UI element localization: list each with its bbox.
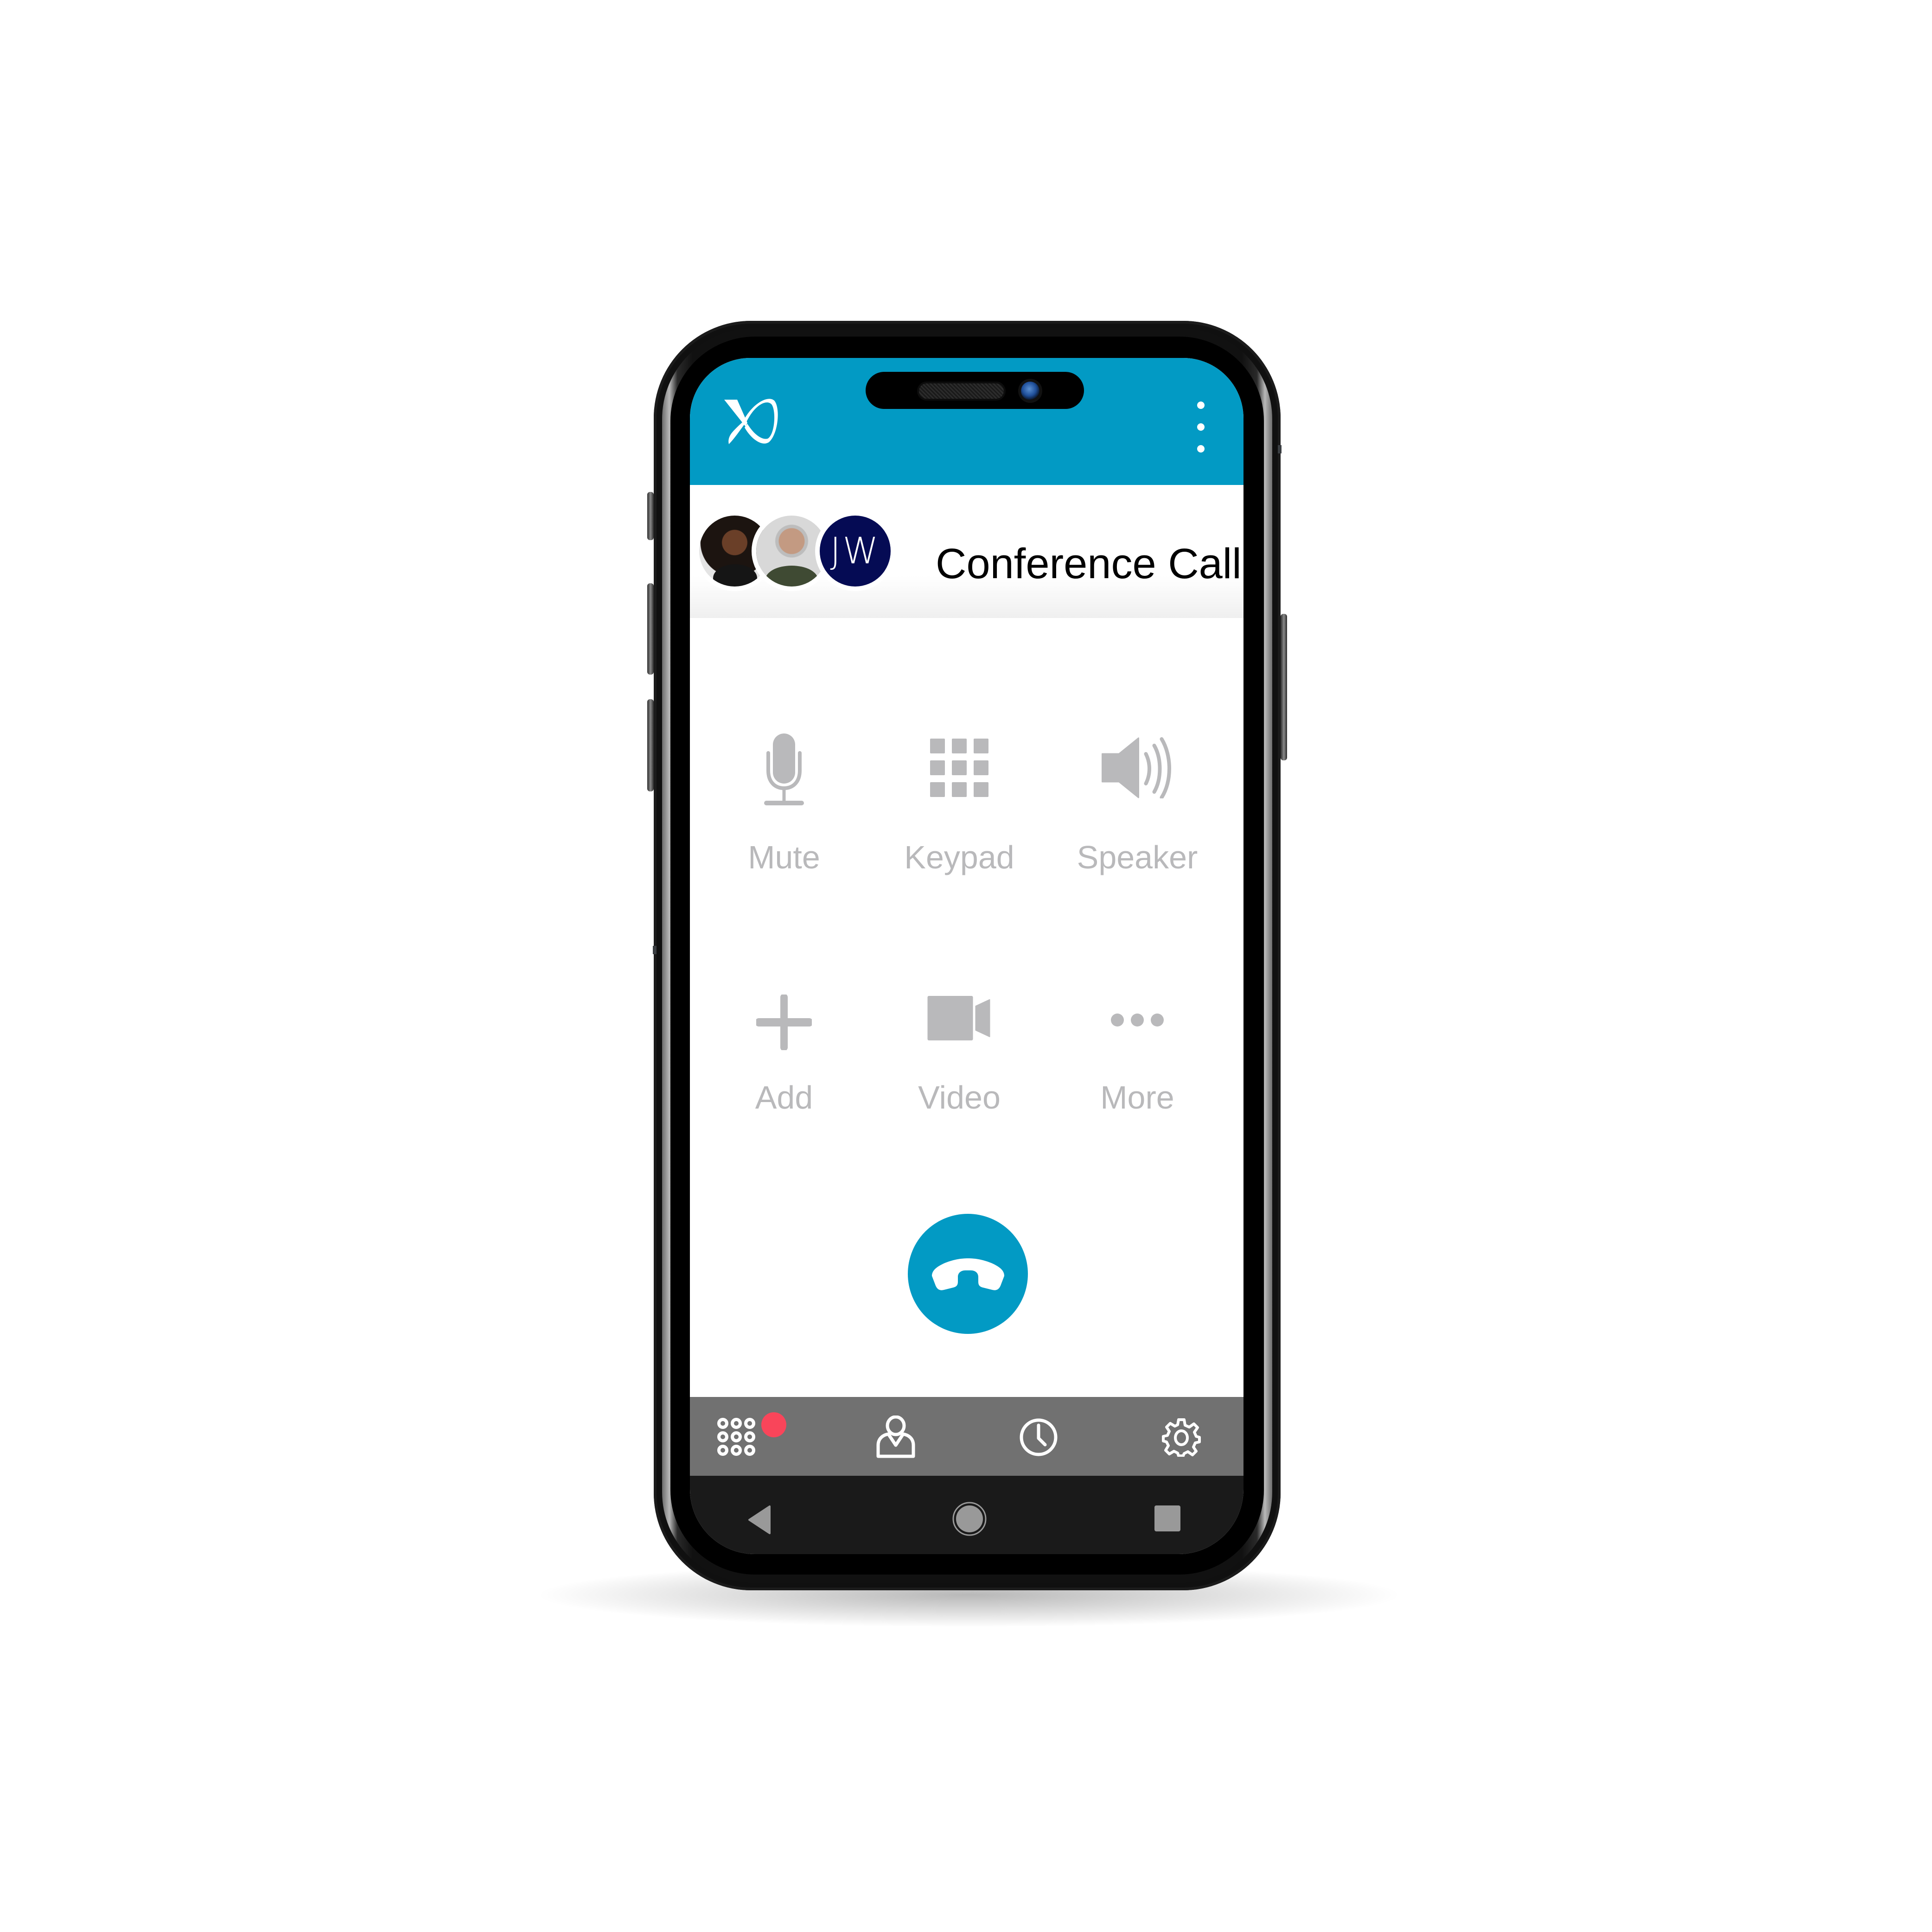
back-triangle-icon bbox=[748, 1505, 771, 1534]
add-participant-button[interactable]: Add bbox=[714, 984, 854, 1137]
end-call-button[interactable] bbox=[908, 1214, 1028, 1334]
call-title: Conference Call bbox=[936, 540, 1242, 587]
phone-mute-switch bbox=[647, 492, 654, 540]
nav-recents-button[interactable] bbox=[1154, 1505, 1181, 1532]
camera-notch bbox=[866, 372, 1084, 409]
add-label: Add bbox=[755, 1079, 813, 1116]
phone-screen: JW Conference Call Mute Keypad Speaker A… bbox=[690, 358, 1243, 1554]
clock-icon bbox=[1020, 1418, 1058, 1456]
nav-home-button[interactable] bbox=[952, 1501, 987, 1537]
tab-contacts[interactable] bbox=[849, 1397, 942, 1476]
hang-up-phone-icon bbox=[932, 1258, 1004, 1290]
bottom-tab-bar bbox=[690, 1397, 1243, 1476]
recents-square-icon bbox=[1154, 1505, 1180, 1531]
earpiece-speaker bbox=[919, 383, 1004, 399]
xo-logo-icon bbox=[723, 394, 779, 445]
phone-volume-up-button bbox=[647, 583, 654, 675]
front-camera bbox=[1021, 382, 1039, 400]
more-label: More bbox=[1100, 1079, 1174, 1116]
video-camera-icon bbox=[927, 996, 991, 1040]
video-button[interactable]: Video bbox=[890, 984, 1029, 1137]
mute-button[interactable]: Mute bbox=[714, 729, 854, 882]
notification-badge bbox=[761, 1412, 786, 1437]
phone-volume-down-button bbox=[647, 699, 654, 791]
more-button[interactable]: More bbox=[1068, 984, 1207, 1137]
contact-person-icon bbox=[876, 1416, 915, 1458]
tab-history[interactable] bbox=[992, 1397, 1085, 1476]
phone-power-button bbox=[1281, 614, 1287, 760]
participant-avatar-photo[interactable] bbox=[756, 516, 827, 587]
antenna-band bbox=[653, 946, 657, 954]
microphone-icon bbox=[761, 733, 807, 805]
keypad-grid-icon bbox=[930, 739, 988, 797]
call-header: JW Conference Call bbox=[690, 485, 1243, 618]
keypad-button[interactable]: Keypad bbox=[890, 729, 1029, 882]
gear-icon bbox=[1162, 1418, 1201, 1457]
antenna-band bbox=[1278, 445, 1282, 453]
speaker-label: Speaker bbox=[1077, 839, 1198, 875]
more-dots-icon bbox=[1110, 1013, 1164, 1027]
tab-dialpad[interactable] bbox=[690, 1397, 786, 1476]
home-circle-icon bbox=[952, 1502, 987, 1536]
keypad-label: Keypad bbox=[904, 839, 1014, 875]
app-header bbox=[690, 358, 1243, 485]
video-label: Video bbox=[918, 1079, 1001, 1116]
kebab-menu-icon[interactable] bbox=[1194, 402, 1208, 453]
system-navigation-bar bbox=[690, 1476, 1243, 1554]
plus-icon bbox=[755, 994, 813, 1051]
tab-settings[interactable] bbox=[1135, 1397, 1228, 1476]
participant-avatar-initials[interactable]: JW bbox=[820, 516, 891, 587]
nav-back-button[interactable] bbox=[746, 1504, 773, 1536]
dialpad-icon bbox=[717, 1418, 755, 1456]
speaker-button[interactable]: Speaker bbox=[1068, 729, 1207, 882]
mute-label: Mute bbox=[748, 839, 820, 875]
speaker-icon bbox=[1102, 737, 1173, 799]
